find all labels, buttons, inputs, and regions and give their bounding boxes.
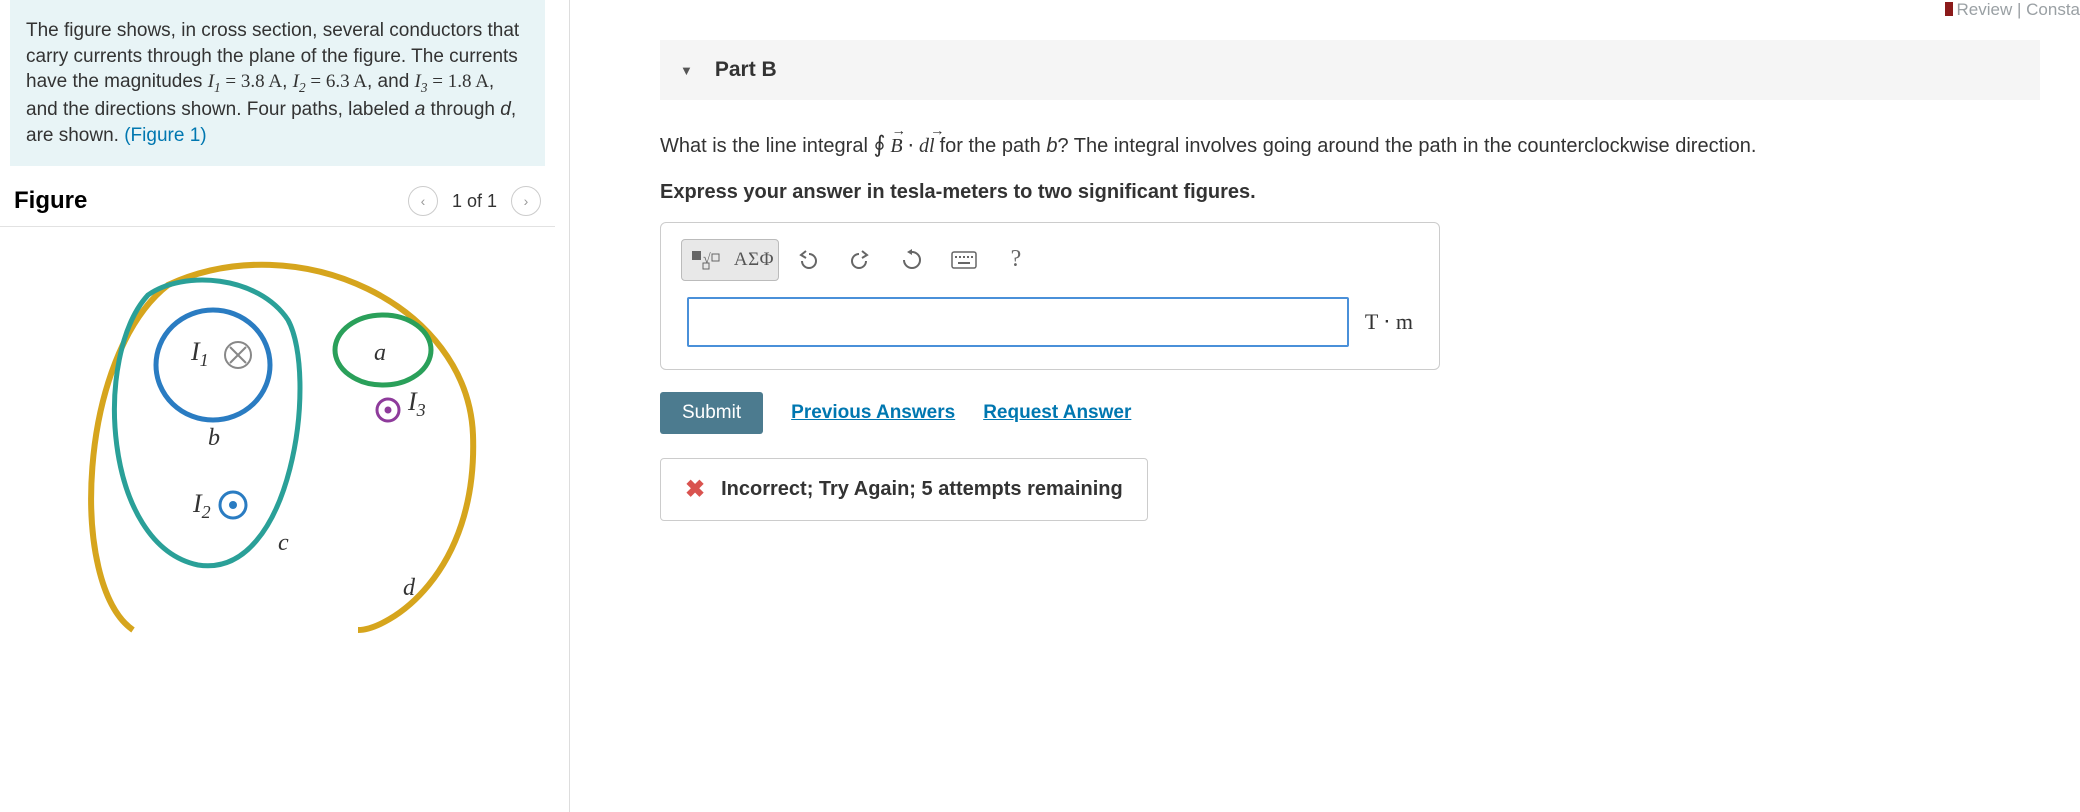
var-i1: I1 [208, 71, 221, 92]
figure-next-button[interactable]: › [511, 186, 541, 216]
action-row: Submit Previous Answers Request Answer [660, 392, 2080, 434]
keyboard-icon [951, 251, 977, 269]
undo-icon [797, 250, 819, 270]
part-title: Part B [715, 58, 777, 82]
svg-text:I3: I3 [407, 387, 426, 420]
template-icon: √ [691, 249, 721, 271]
figure-prev-button[interactable]: ‹ [408, 186, 438, 216]
incorrect-icon: ✖ [685, 475, 705, 504]
formula-tools: √ ΑΣΦ [681, 239, 779, 281]
greek-button[interactable]: ΑΣΦ [730, 240, 778, 280]
answer-input[interactable] [687, 297, 1349, 347]
figure-image: I1 I2 I3 a b c d [38, 235, 518, 635]
feedback-box: ✖ Incorrect; Try Again; 5 attempts remai… [660, 458, 1148, 521]
problem-statement: The figure shows, in cross section, seve… [10, 0, 545, 166]
help-button[interactable]: ? [993, 240, 1039, 280]
part-header[interactable]: ▼ Part B [660, 40, 2040, 100]
figure-header: Figure ‹ 1 of 1 › [0, 186, 555, 227]
keyboard-button[interactable] [941, 240, 987, 280]
answer-panel: √ ΑΣΦ [660, 222, 1440, 370]
answer-unit: T ⋅ m [1365, 309, 1413, 335]
request-answer-link[interactable]: Request Answer [983, 402, 1131, 424]
question-text: What is the line integral ∮ B ⋅ dl for t… [660, 128, 2040, 163]
svg-text:d: d [403, 575, 416, 601]
svg-text:c: c [278, 530, 289, 556]
previous-answers-link[interactable]: Previous Answers [791, 402, 955, 424]
reset-icon [901, 249, 923, 271]
reset-button[interactable] [889, 240, 935, 280]
var-i3: I3 [415, 71, 428, 92]
undo-button[interactable] [785, 240, 831, 280]
svg-text:I1: I1 [190, 337, 209, 370]
figure-title: Figure [14, 187, 87, 215]
answer-toolbar: √ ΑΣΦ [661, 239, 1439, 297]
svg-text:b: b [208, 425, 220, 451]
figure-counter: 1 of 1 [452, 191, 497, 212]
figure-link[interactable]: (Figure 1) [124, 125, 206, 146]
figure-navigator: ‹ 1 of 1 › [408, 186, 541, 216]
chevron-down-icon: ▼ [680, 63, 693, 78]
svg-text:I2: I2 [192, 489, 211, 522]
left-column: The figure shows, in cross section, seve… [0, 0, 570, 812]
redo-button[interactable] [837, 240, 883, 280]
svg-text:a: a [374, 340, 386, 366]
right-column: Review | Consta ▼ Part B What is the lin… [570, 0, 2080, 812]
breadcrumbs: Review | Consta [1945, 0, 2080, 20]
svg-text:√: √ [703, 252, 711, 267]
var-i2: I2 [293, 71, 306, 92]
answer-instruction: Express your answer in tesla-meters to t… [660, 181, 2040, 204]
redo-icon [849, 250, 871, 270]
submit-button[interactable]: Submit [660, 392, 763, 434]
template-button[interactable]: √ [682, 240, 730, 280]
feedback-text: Incorrect; Try Again; 5 attempts remaini… [721, 478, 1123, 501]
